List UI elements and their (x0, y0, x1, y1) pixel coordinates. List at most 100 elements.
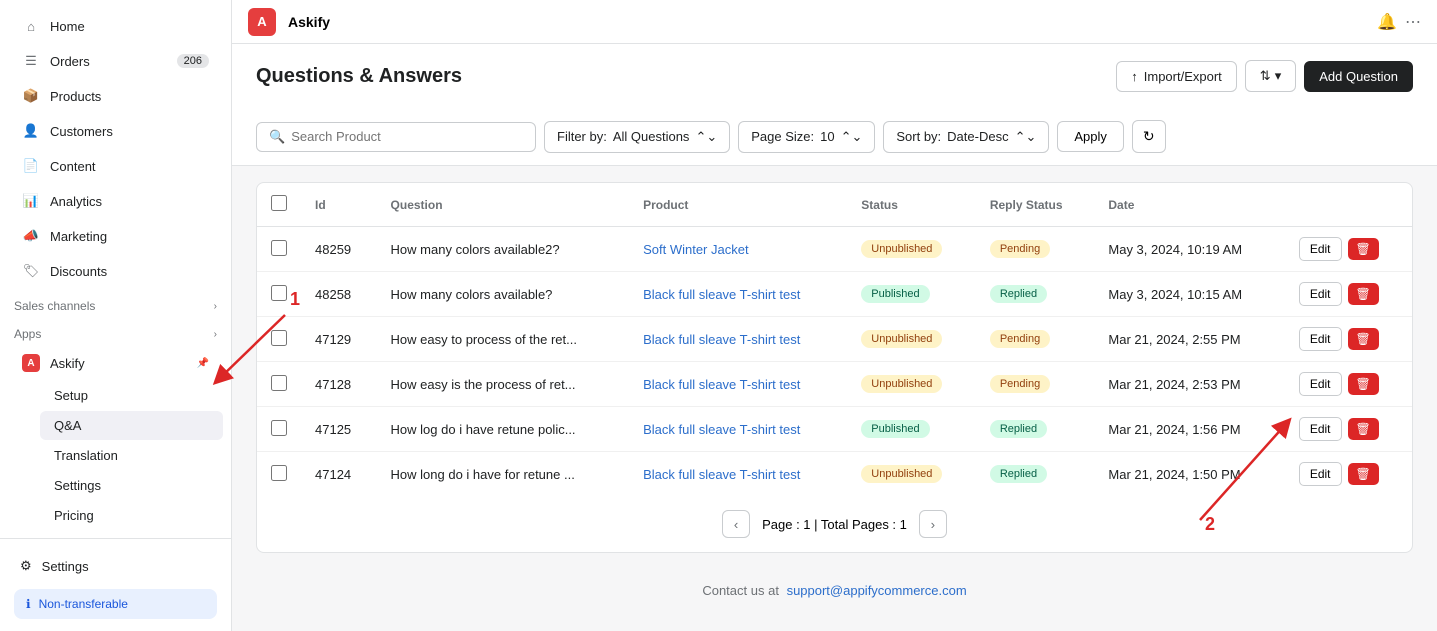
products-icon: 📦 (22, 87, 40, 105)
search-box[interactable]: 🔍 (256, 122, 536, 152)
sidebar-item-askify[interactable]: A Askify 📌 (8, 346, 223, 380)
edit-button-1[interactable]: Edit (1299, 282, 1342, 306)
delete-button-0[interactable]: 🗑 (1348, 238, 1379, 260)
delete-button-4[interactable]: 🗑 (1348, 418, 1379, 440)
sidebar-sub-item-qa[interactable]: Q&A (40, 411, 223, 440)
sidebar-sub-item-translation[interactable]: Translation (40, 441, 223, 470)
status-badge-5: Unpublished (861, 465, 942, 483)
row-checkbox-5[interactable] (271, 465, 287, 481)
sidebar-sub-nav: Setup Q&A Translation Settings Pricing R… (0, 381, 231, 538)
cell-reply-status-0: Pending (976, 227, 1095, 272)
cell-reply-status-2: Pending (976, 317, 1095, 362)
edit-button-5[interactable]: Edit (1299, 462, 1342, 486)
product-link-3[interactable]: Black full sleave T-shirt test (643, 377, 800, 392)
footer: Contact us at support@appifycommerce.com (232, 569, 1437, 612)
sidebar-label-marketing: Marketing (50, 229, 107, 244)
trash-icon-2: 🗑 (1356, 332, 1371, 346)
sidebar-item-analytics[interactable]: 📊 Analytics (8, 184, 223, 218)
table-row: 47124 How long do i have for retune ... … (257, 452, 1412, 497)
cell-product-1: Black full sleave T-shirt test (629, 272, 847, 317)
product-link-5[interactable]: Black full sleave T-shirt test (643, 467, 800, 482)
status-badge-3: Unpublished (861, 375, 942, 393)
filter-chevron-icon: ⌃⌄ (695, 129, 717, 145)
row-checkbox-1[interactable] (271, 285, 287, 301)
col-actions (1285, 183, 1412, 227)
apps-section[interactable]: Apps › (0, 317, 231, 345)
col-date: Date (1094, 183, 1284, 227)
delete-button-1[interactable]: 🗑 (1348, 283, 1379, 305)
cell-reply-status-1: Replied (976, 272, 1095, 317)
main-area: A Askify 🔔 ⋯ Questions & Answers ↑ Impor… (232, 0, 1437, 631)
cell-question-3: How easy is the process of ret... (377, 362, 630, 407)
trash-icon-1: 🗑 (1356, 287, 1371, 301)
sales-channels-section[interactable]: Sales channels › (0, 289, 231, 317)
cell-date-2: Mar 21, 2024, 2:55 PM (1094, 317, 1284, 362)
col-id: Id (301, 183, 377, 227)
product-link-2[interactable]: Black full sleave T-shirt test (643, 332, 800, 347)
delete-button-2[interactable]: 🗑 (1348, 328, 1379, 350)
sidebar-sub-item-settings[interactable]: Settings (40, 471, 223, 500)
sidebar-item-products[interactable]: 📦 Products (8, 79, 223, 113)
row-checkbox-0[interactable] (271, 240, 287, 256)
delete-button-3[interactable]: 🗑 (1348, 373, 1379, 395)
sidebar-sub-item-reviews[interactable]: Reviews (40, 531, 223, 538)
sidebar-item-home[interactable]: ⌂ Home (8, 9, 223, 43)
pin-icon: 📌 (197, 358, 209, 369)
page-size-select[interactable]: Page Size: 10 ⌃⌄ (738, 121, 875, 153)
product-link-1[interactable]: Black full sleave T-shirt test (643, 287, 800, 302)
apply-button[interactable]: Apply (1057, 121, 1124, 152)
edit-button-3[interactable]: Edit (1299, 372, 1342, 396)
search-input[interactable] (291, 129, 523, 144)
sidebar-label-home: Home (50, 19, 85, 34)
footer-contact-text: Contact us at (702, 583, 779, 598)
refresh-button[interactable]: ↻ (1132, 120, 1166, 153)
trash-icon-5: 🗑 (1356, 467, 1371, 481)
product-link-0[interactable]: Soft Winter Jacket (643, 242, 748, 257)
reply-status-badge-4: Replied (990, 420, 1047, 438)
table-body: 48259 How many colors available2? Soft W… (257, 227, 1412, 497)
sidebar-item-customers[interactable]: 👤 Customers (8, 114, 223, 148)
row-checkbox-2[interactable] (271, 330, 287, 346)
product-link-4[interactable]: Black full sleave T-shirt test (643, 422, 800, 437)
trash-icon-0: 🗑 (1356, 242, 1371, 256)
sidebar-item-orders[interactable]: ☰ Orders 206 (8, 44, 223, 78)
filter-select[interactable]: Filter by: All Questions ⌃⌄ (544, 121, 730, 153)
cell-product-2: Black full sleave T-shirt test (629, 317, 847, 362)
cell-date-1: May 3, 2024, 10:15 AM (1094, 272, 1284, 317)
cell-reply-status-3: Pending (976, 362, 1095, 407)
table-header: Id Question Product Status Reply Status … (257, 183, 1412, 227)
sidebar-sub-item-pricing[interactable]: Pricing (40, 501, 223, 530)
edit-button-4[interactable]: Edit (1299, 417, 1342, 441)
delete-button-5[interactable]: 🗑 (1348, 463, 1379, 485)
add-question-button[interactable]: Add Question (1304, 61, 1413, 92)
settings-icon: ⚙ (20, 558, 32, 574)
sidebar-item-marketing[interactable]: 📣 Marketing (8, 219, 223, 253)
sidebar-item-discounts[interactable]: 🏷 Discounts (8, 254, 223, 288)
row-checkbox-3[interactable] (271, 375, 287, 391)
askify-bar-actions: 🔔 ⋯ (1377, 12, 1421, 32)
settings-nav-item[interactable]: ⚙ Settings (14, 551, 217, 581)
reply-status-badge-1: Replied (990, 285, 1047, 303)
sidebar-label-products: Products (50, 89, 101, 104)
prev-page-button[interactable]: ‹ (722, 510, 750, 538)
sort-icon: ⇅ (1260, 68, 1271, 84)
next-page-button[interactable]: › (919, 510, 947, 538)
sort-select[interactable]: Sort by: Date-Desc ⌃⌄ (883, 121, 1049, 153)
sidebar-sub-item-setup[interactable]: Setup (40, 381, 223, 410)
more-icon[interactable]: ⋯ (1405, 12, 1421, 32)
import-export-label: Import/Export (1144, 69, 1222, 84)
import-export-button[interactable]: ↑ Import/Export (1116, 61, 1237, 92)
edit-button-0[interactable]: Edit (1299, 237, 1342, 261)
sort-options-button[interactable]: ⇅ ▾ (1245, 60, 1296, 92)
apps-label: Apps (14, 327, 41, 341)
cell-actions-0: Edit 🗑 (1285, 227, 1412, 272)
bell-icon[interactable]: 🔔 (1377, 12, 1397, 32)
cell-product-3: Black full sleave T-shirt test (629, 362, 847, 407)
row-checkbox-4[interactable] (271, 420, 287, 436)
customers-icon: 👤 (22, 122, 40, 140)
sidebar-item-content[interactable]: 📄 Content (8, 149, 223, 183)
footer-email-link[interactable]: support@appifycommerce.com (787, 583, 967, 598)
edit-button-2[interactable]: Edit (1299, 327, 1342, 351)
cell-actions-5: Edit 🗑 (1285, 452, 1412, 497)
select-all-checkbox[interactable] (271, 195, 287, 211)
